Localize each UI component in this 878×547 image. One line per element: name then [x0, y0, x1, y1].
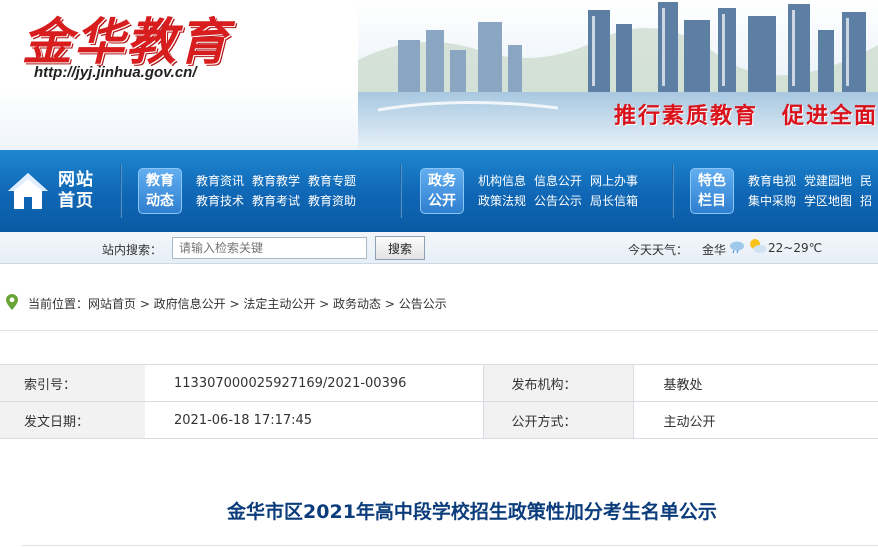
- nav-tag-featured[interactable]: 特色 栏目: [690, 168, 734, 214]
- nav-links-featured: 教育电视 党建园地 民 集中采购 学区地图 招: [748, 174, 872, 208]
- nav-tag-line2: 公开: [428, 193, 456, 209]
- date-label: 发文日期：: [0, 401, 145, 439]
- disclosure-method-value: 主动公开: [632, 401, 878, 439]
- weather-label: 今天天气：: [628, 243, 689, 257]
- index-value: 113307000025927169/2021-00396: [145, 364, 483, 402]
- nav-tag-line1: 特色: [698, 173, 726, 189]
- site-url: http://jyj.jinhua.gov.cn/: [34, 64, 197, 81]
- weather-city: 金华: [702, 243, 727, 257]
- nav-link-online-services[interactable]: 网上办事: [590, 174, 638, 188]
- nav-link-technology[interactable]: 教育技术: [196, 194, 244, 208]
- breadcrumb: 当前位置：网站首页 > 政府信息公开 > 法定主动公开 > 政务动态 > 公告公…: [0, 288, 878, 316]
- search-label: 站内搜索：: [102, 243, 163, 257]
- nav-link-education-info[interactable]: 教育资讯: [196, 174, 244, 188]
- nav-tag-line1: 教育: [146, 173, 174, 189]
- nav-separator: [672, 164, 674, 218]
- nav-home-link[interactable]: 网站 首页: [0, 150, 112, 232]
- home-label-line1: 网站: [58, 170, 94, 190]
- nav-link-org-info[interactable]: 机构信息: [478, 174, 526, 188]
- disclosure-method-label: 公开方式：: [482, 401, 633, 439]
- nav-links-education: 教育资讯 教育教学 教育专题 教育技术 教育考试 教育资助: [196, 174, 356, 208]
- nav-link-info-disclosure[interactable]: 信息公开: [534, 174, 582, 188]
- nav-link-education-tv[interactable]: 教育电视: [748, 174, 796, 188]
- nav-group-gov-affairs: 政务 公开 机构信息 信息公开 网上办事 政策法规 公告公示 局长信箱: [420, 168, 638, 214]
- nav-link-aid[interactable]: 教育资助: [308, 194, 356, 208]
- search-bar: 站内搜索： 搜索 今天天气： 金华 22~29℃: [0, 232, 878, 264]
- document-title: 金华市区2021年高中段学校招生政策性加分考生名单公示: [227, 501, 717, 523]
- divider: [22, 545, 878, 546]
- slogan: 推行素质教育 促进全面: [614, 98, 878, 130]
- slogan-part2: 促进全面: [781, 104, 878, 129]
- nav-link-policies[interactable]: 政策法规: [478, 194, 526, 208]
- cloudy-rain-icon: [730, 241, 744, 254]
- divider: [0, 330, 878, 331]
- nav-separator: [120, 164, 122, 218]
- document-info-table: 索引号： 113307000025927169/2021-00396 发布机构：…: [0, 364, 878, 439]
- publisher-label: 发布机构：: [482, 364, 633, 402]
- sunny-cloudy-icon: [750, 239, 767, 253]
- publisher-value: 基教处: [632, 364, 878, 402]
- location-pin-icon: [6, 294, 18, 310]
- nav-link-director-mailbox[interactable]: 局长信箱: [590, 194, 638, 208]
- nav-tag-line1: 政务: [428, 173, 456, 189]
- index-label: 索引号：: [0, 364, 145, 402]
- nav-link-announcements[interactable]: 公告公示: [534, 194, 582, 208]
- search-button[interactable]: 搜索: [375, 236, 425, 260]
- nav-link-topics[interactable]: 教育专题: [308, 174, 356, 188]
- nav-group-featured: 特色 栏目 教育电视 党建园地 民 集中采购 学区地图 招: [690, 168, 872, 214]
- date-value: 2021-06-18 17:17:45: [145, 401, 483, 439]
- nav-link-party-building[interactable]: 党建园地: [804, 174, 852, 188]
- nav-link-teaching[interactable]: 教育教学: [252, 174, 300, 188]
- nav-group-education-news: 教育 动态 教育资讯 教育教学 教育专题 教育技术 教育考试 教育资助: [138, 168, 356, 214]
- nav-link-cut-off-1[interactable]: 民: [860, 174, 872, 188]
- nav-link-exams[interactable]: 教育考试: [252, 194, 300, 208]
- site-banner: 金华教育 http://jyj.jinhua.gov.cn/ 推行素质教育 促进…: [0, 0, 878, 150]
- nav-tag-line2: 栏目: [698, 193, 726, 209]
- nav-link-cut-off-2[interactable]: 招: [860, 194, 872, 208]
- nav-links-gov: 机构信息 信息公开 网上办事 政策法规 公告公示 局长信箱: [478, 174, 638, 208]
- table-row: 发文日期： 2021-06-18 17:17:45 公开方式： 主动公开: [0, 401, 878, 439]
- home-icon: [8, 173, 48, 209]
- weather-temperature: 22~29℃: [768, 241, 823, 255]
- home-label: 网站 首页: [58, 170, 94, 212]
- nav-separator: [400, 164, 402, 218]
- home-label-line2: 首页: [58, 191, 94, 211]
- nav-tag-gov-affairs[interactable]: 政务 公开: [420, 168, 464, 214]
- nav-tag-education-news[interactable]: 教育 动态: [138, 168, 182, 214]
- main-nav: 网站 首页 教育 动态 教育资讯 教育教学 教育专题 教育技术 教育考试 教育资…: [0, 150, 878, 232]
- nav-tag-line2: 动态: [146, 193, 174, 209]
- slogan-part1: 推行素质教育: [613, 104, 758, 129]
- breadcrumb-text: 当前位置：网站首页 > 政府信息公开 > 法定主动公开 > 政务动态 > 公告公…: [28, 297, 447, 311]
- nav-link-procurement[interactable]: 集中采购: [748, 194, 796, 208]
- search-input[interactable]: [172, 237, 367, 259]
- table-row: 索引号： 113307000025927169/2021-00396 发布机构：…: [0, 364, 878, 402]
- nav-link-school-district-map[interactable]: 学区地图: [804, 194, 852, 208]
